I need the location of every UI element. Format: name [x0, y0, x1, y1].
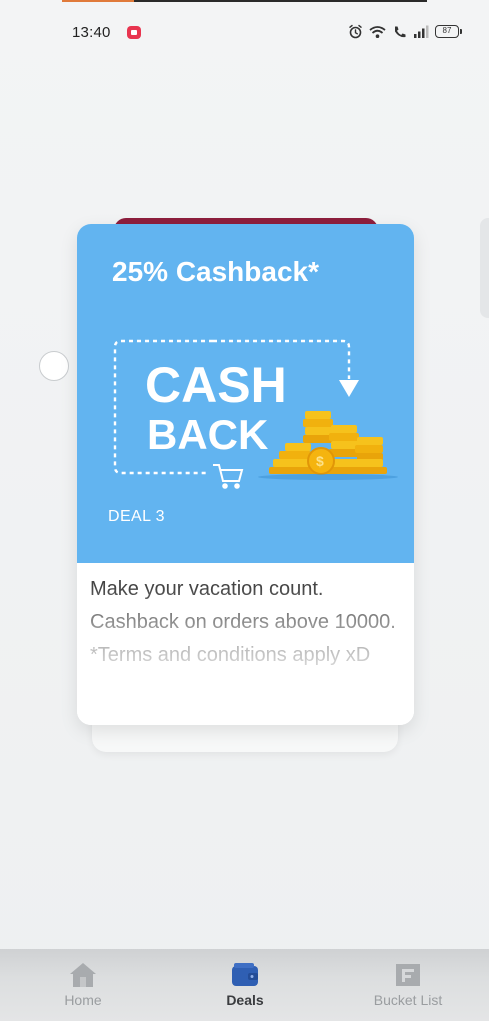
- svg-text:$: $: [316, 453, 324, 469]
- alarm-icon: [349, 24, 362, 39]
- nav-home-label: Home: [64, 992, 102, 1008]
- call-icon: [395, 26, 406, 37]
- status-icons: 87: [348, 24, 462, 39]
- art-cash-text: CASH: [145, 357, 287, 413]
- wifi-icon: [369, 25, 386, 38]
- status-bar: 13:40 87: [0, 18, 489, 46]
- nav-deals[interactable]: Deals: [185, 961, 305, 1015]
- status-time: 13:40: [72, 24, 111, 41]
- selection-radio[interactable]: [39, 351, 69, 381]
- next-card-peek[interactable]: [480, 218, 489, 318]
- nav-home[interactable]: Home: [23, 961, 143, 1015]
- deal-card-body: Make your vacation count. Cashback on or…: [77, 563, 414, 725]
- wallet-icon: [232, 963, 258, 986]
- battery-icon: 87: [435, 25, 462, 38]
- deal-card[interactable]: 25% Cashback* CASH BACK $ DEAL 3 Make yo…: [77, 224, 414, 725]
- nav-bucket-list[interactable]: Bucket List: [348, 961, 468, 1015]
- home-icon: [70, 963, 96, 987]
- cashback-illustration: CASH BACK $: [113, 339, 398, 489]
- cart-icon: [213, 464, 244, 489]
- bucket-list-icon: [396, 964, 420, 986]
- signal-icon: [414, 25, 429, 38]
- deal-description: Make your vacation count. Cashback on or…: [90, 578, 396, 666]
- nav-bucket-list-label: Bucket List: [373, 992, 443, 1008]
- nav-deals-label: Deals: [226, 992, 264, 1008]
- screen-recording-accent: [62, 0, 134, 2]
- deal-title: 25% Cashback*: [112, 256, 320, 287]
- notification-icon: [127, 26, 141, 39]
- bottom-navigation: Home Deals Bucket List: [0, 949, 489, 1021]
- art-back-text: BACK: [147, 411, 268, 458]
- gold-coins-icon: $: [258, 411, 398, 480]
- deal-card-hero: 25% Cashback* CASH BACK $ DEAL 3: [77, 224, 414, 563]
- deal-number-label: DEAL 3: [108, 508, 165, 525]
